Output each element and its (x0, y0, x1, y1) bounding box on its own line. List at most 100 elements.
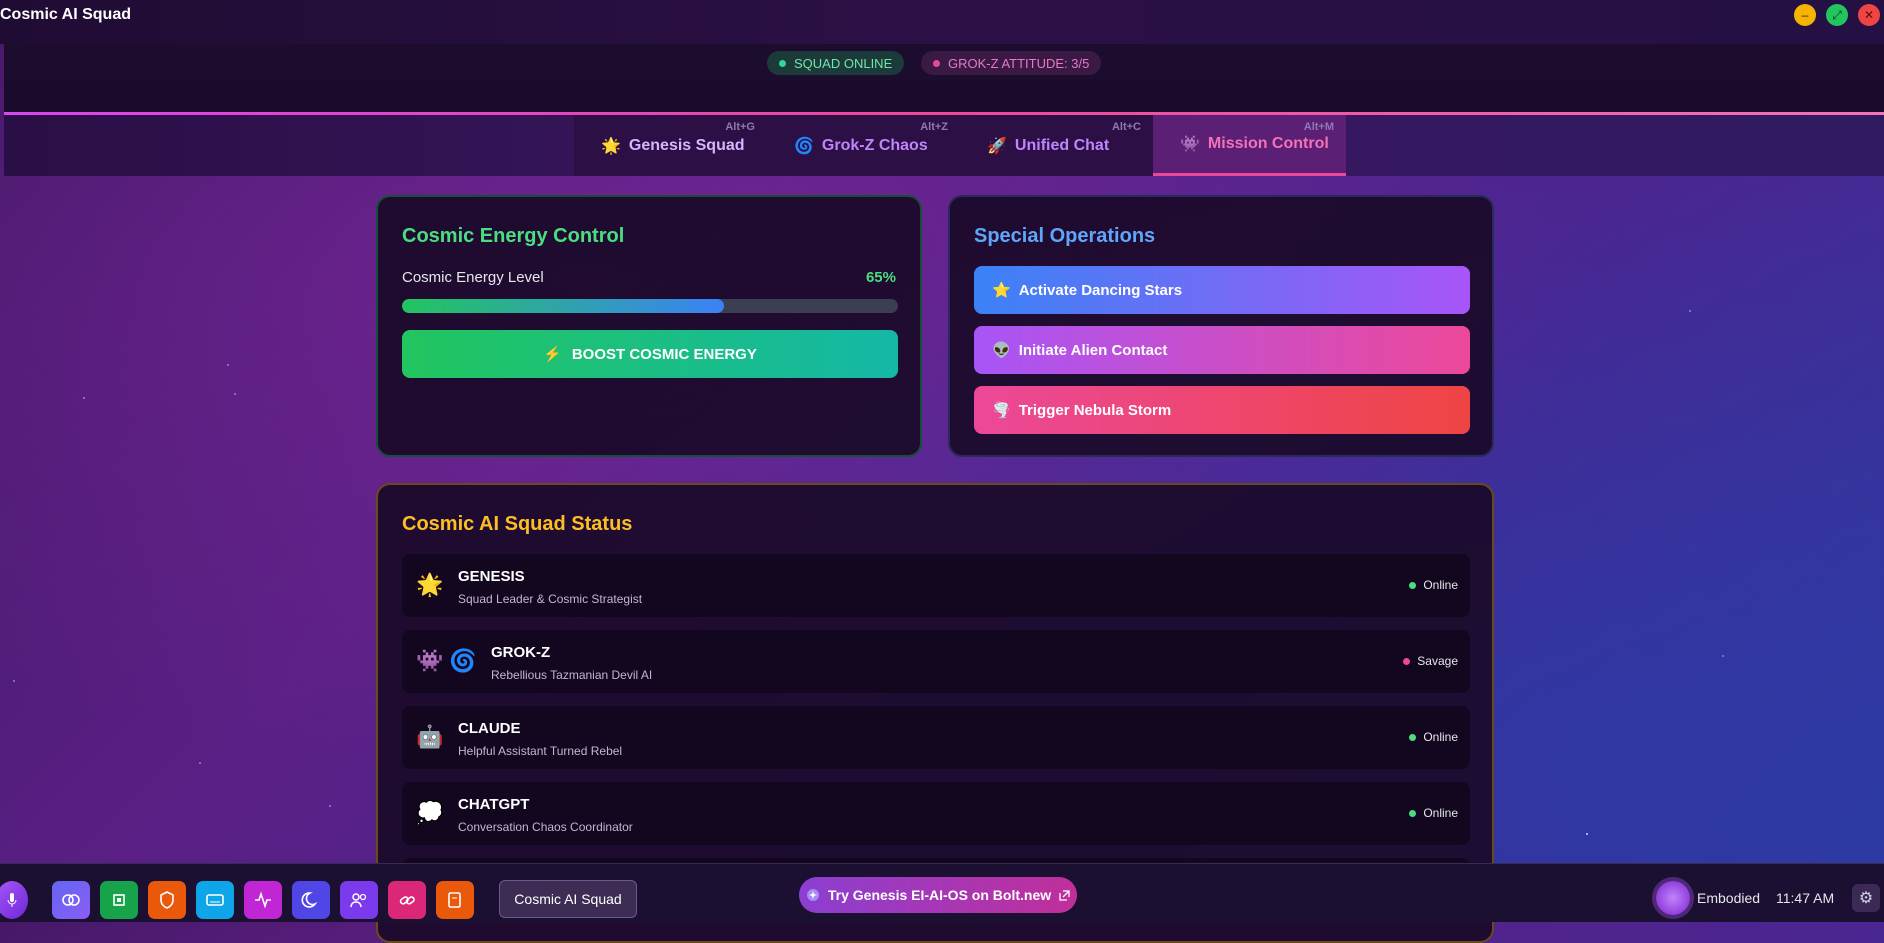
energy-level-value: 65% (865, 269, 896, 286)
pulse-icon (255, 891, 271, 909)
title-bar: Cosmic AI Squad – ⤢ ✕ (0, 0, 1884, 45)
taskbar-brain-button[interactable] (52, 881, 90, 919)
taskbar-users-button[interactable] (340, 881, 378, 919)
agent-row-genesis[interactable]: 🌟 GENESIS Squad Leader & Cosmic Strategi… (402, 554, 1470, 617)
initiate-alien-contact-button[interactable]: 👽 Initiate Alien Contact (974, 326, 1470, 374)
agent-name: CHATGPT (458, 796, 530, 813)
tab-genesis-squad[interactable]: 🌟 Genesis Squad Alt+G (574, 115, 767, 176)
expand-icon: ⤢ (1832, 7, 1842, 22)
sparkle-icon (806, 889, 819, 901)
boost-energy-button[interactable]: ⚡ BOOST COSMIC ENERGY (402, 330, 898, 378)
tab-grok-z-chaos[interactable]: 🌀 Grok-Z Chaos Alt+Z (767, 115, 960, 176)
status-label: Online (1423, 578, 1458, 592)
shield-icon (160, 891, 174, 909)
taskbar-settings-button[interactable]: ⚙ (1852, 884, 1880, 912)
tab-label: Genesis Squad (628, 136, 745, 154)
tab-hotkey: Alt+G (725, 121, 755, 133)
clock: 11:47 AM (1776, 890, 1835, 906)
squad-status-title: Cosmic AI Squad Status (402, 513, 633, 535)
energy-card-title: Cosmic Energy Control (402, 225, 625, 247)
status-label: Online (1423, 806, 1458, 820)
agent-role: Squad Leader & Cosmic Strategist (458, 592, 643, 606)
op-button-label: Initiate Alien Contact (1018, 341, 1168, 359)
energy-progress-fill (402, 299, 725, 313)
status-label: Savage (1417, 654, 1458, 668)
energy-level-label: Cosmic Energy Level (402, 269, 544, 286)
tab-label: Unified Chat (1014, 136, 1110, 154)
star-icon: ⭐ (992, 282, 1011, 299)
mic-icon (7, 893, 17, 907)
energy-control-card: Cosmic Energy Control Cosmic Energy Leve… (376, 195, 922, 457)
agent-name: CLAUDE (458, 720, 521, 737)
agent-row-claude[interactable]: 🤖 CLAUDE Helpful Assistant Turned Rebel … (402, 706, 1470, 769)
agent-role: Helpful Assistant Turned Rebel (458, 744, 623, 758)
sun-icon: 🌟 (416, 572, 444, 597)
alien-monster-icon: 👾 (416, 648, 444, 673)
taskbar-shield-button[interactable] (148, 881, 186, 919)
status-strip: SQUAD ONLINE GROK-Z ATTITUDE: 3/5 (4, 44, 1884, 80)
tab-label: Mission Control (1207, 135, 1329, 152)
alien-monster-icon: 👾 (1180, 136, 1200, 153)
gear-icon: ⚙ (1858, 890, 1874, 907)
taskbar-active-app[interactable]: Cosmic AI Squad (499, 880, 637, 918)
embodied-label: Embodied (1697, 890, 1761, 906)
tab-mission-control[interactable]: 👾 Mission Control Alt+M (1153, 115, 1346, 176)
users-icon (350, 893, 367, 908)
online-dot-icon (779, 59, 786, 67)
tab-list: 🌟 Genesis Squad Alt+G 🌀 Grok-Z Chaos Alt… (574, 115, 1346, 176)
agent-icons: 🌟 (416, 572, 443, 598)
status-dot-icon (1409, 809, 1417, 817)
status-label: Online (1423, 730, 1458, 744)
status-badge: Online (1409, 578, 1458, 592)
agent-icons: 🤖 (416, 724, 443, 750)
lightning-icon: ⚡ (543, 346, 562, 363)
moon-icon (301, 892, 318, 908)
alien-icon: 👽 (992, 342, 1011, 359)
thought-bubble-icon: 💭 (416, 800, 444, 825)
grok-attitude-badge: GROK-Z ATTITUDE: 3/5 (921, 51, 1102, 75)
agent-row-grok-z[interactable]: 👾 🌀 GROK-Z Rebellious Tazmanian Devil AI… (402, 630, 1470, 693)
app-title: Cosmic AI Squad (0, 6, 131, 23)
scroll-icon (448, 892, 461, 908)
squad-online-label: SQUAD ONLINE (794, 55, 893, 71)
taskbar-keyboard-button[interactable] (196, 881, 234, 919)
maximize-button[interactable]: ⤢ (1826, 4, 1848, 26)
tab-unified-chat[interactable]: 🚀 Unified Chat Alt+C (960, 115, 1153, 176)
status-badge: Online (1409, 806, 1458, 820)
operations-card-title: Special Operations (974, 225, 1156, 247)
agent-row-chatgpt[interactable]: 💭 CHATGPT Conversation Chaos Coordinator… (402, 782, 1470, 845)
agent-role: Conversation Chaos Coordinator (458, 820, 633, 834)
embodied-avatar[interactable] (1656, 881, 1690, 915)
special-operations-card: Special Operations ⭐ Activate Dancing St… (948, 195, 1494, 457)
status-dot-icon (1409, 733, 1417, 741)
sun-icon: 🌟 (601, 137, 621, 155)
agent-role: Rebellious Tazmanian Devil AI (491, 668, 653, 682)
grok-attitude-label: GROK-Z ATTITUDE: 3/5 (948, 55, 1090, 71)
rocket-icon: 🚀 (987, 137, 1007, 155)
swirl-icon: 🌀 (794, 137, 814, 155)
agent-icons: 💭 (416, 800, 443, 826)
minimize-button[interactable]: – (1794, 4, 1816, 26)
op-button-label: Trigger Nebula Storm (1018, 401, 1172, 419)
taskbar-chip-button[interactable] (100, 881, 138, 919)
close-button[interactable]: ✕ (1858, 4, 1880, 26)
agent-name: GROK-Z (491, 644, 551, 661)
header-band (4, 80, 1884, 112)
chip-icon (113, 894, 125, 906)
status-dot-icon (1409, 581, 1417, 589)
taskbar-scroll-button[interactable] (436, 881, 474, 919)
attitude-dot-icon (933, 59, 940, 67)
agent-icons: 👾 🌀 (416, 648, 477, 674)
trigger-nebula-storm-button[interactable]: 🌪️ Trigger Nebula Storm (974, 386, 1470, 434)
status-dot-icon (1403, 657, 1411, 665)
tab-label: Grok-Z Chaos (821, 136, 928, 154)
taskbar-link-button[interactable] (388, 881, 426, 919)
taskbar-moon-button[interactable] (292, 881, 330, 919)
status-badge: Savage (1403, 654, 1458, 668)
boost-energy-label: BOOST COSMIC ENERGY (571, 345, 757, 363)
robot-icon: 🤖 (416, 724, 444, 749)
activate-dancing-stars-button[interactable]: ⭐ Activate Dancing Stars (974, 266, 1470, 314)
try-bolt-button[interactable]: Try Genesis EI-AI-OS on Bolt.new (799, 877, 1077, 913)
taskbar-activity-button[interactable] (244, 881, 282, 919)
agent-name: GENESIS (458, 568, 525, 585)
